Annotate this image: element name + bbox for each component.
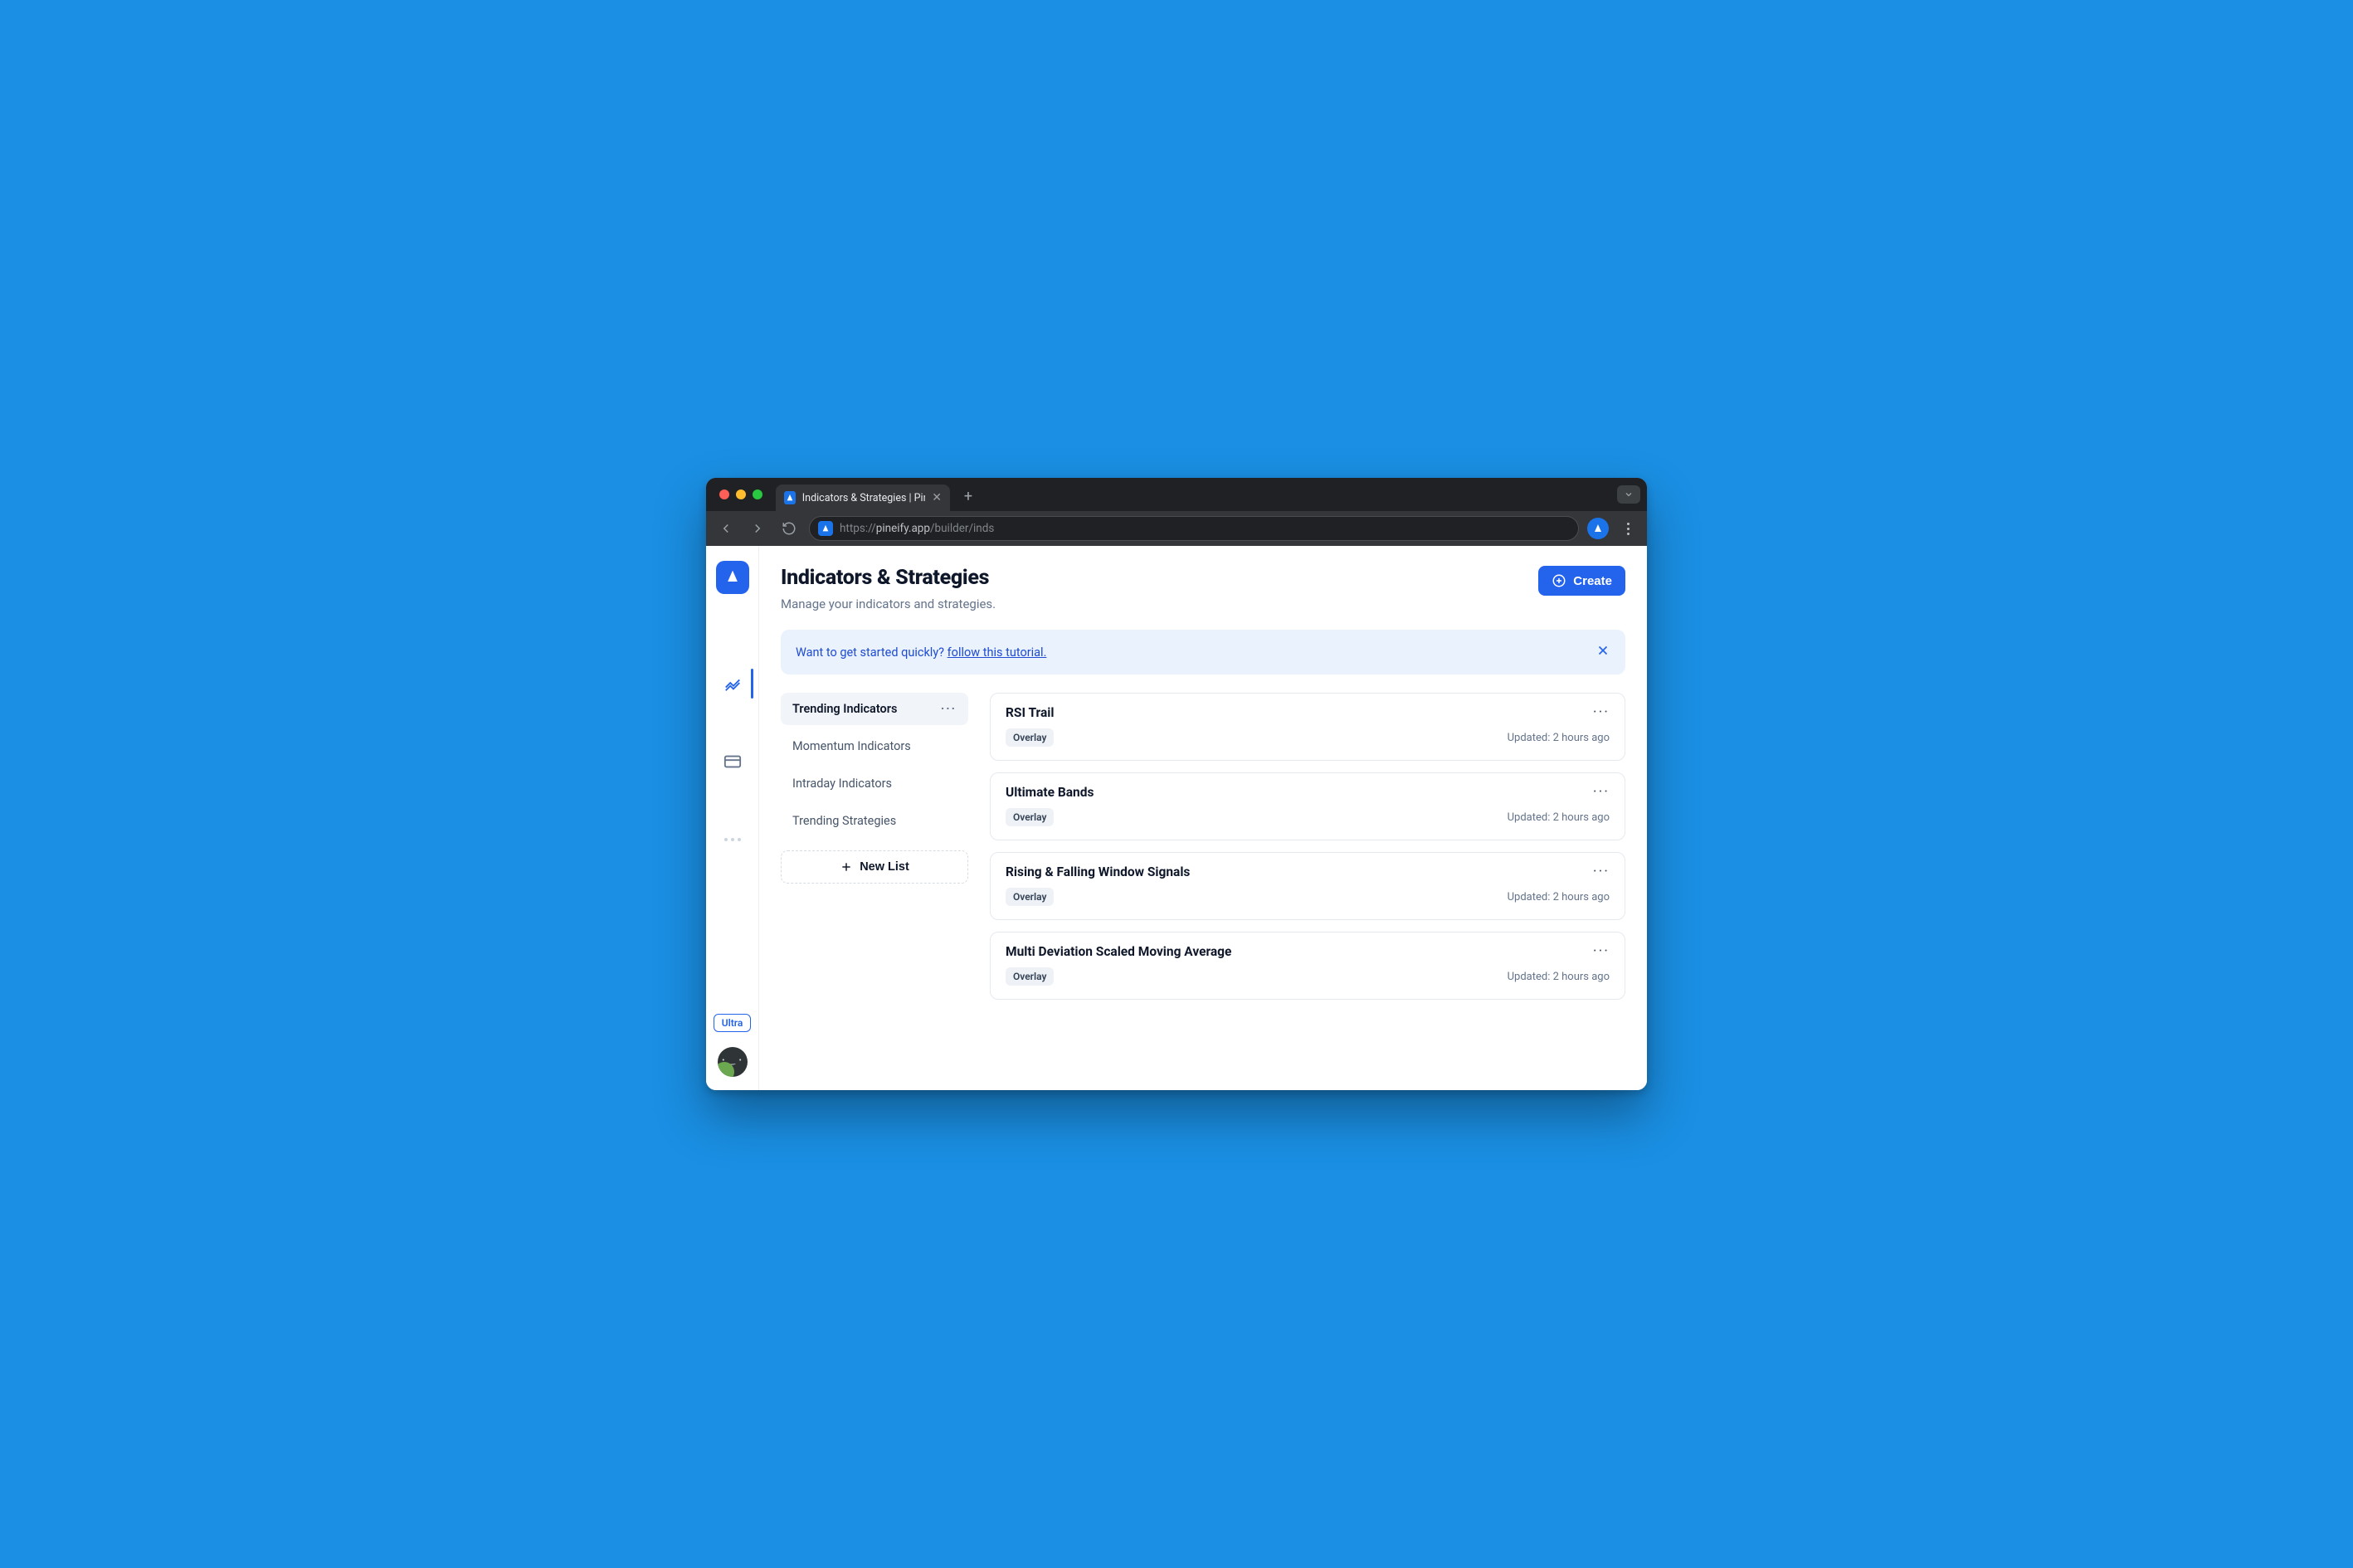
indicator-card[interactable]: Ultimate Bands ··· Overlay Updated: 2 ho… [990, 772, 1625, 840]
list-item-label: Trending Indicators [792, 702, 897, 716]
banner-tutorial-link[interactable]: follow this tutorial. [948, 645, 1047, 660]
app: Ultra • ‿ • Indicators & Strategies Mana… [706, 546, 1647, 1090]
card-title: Multi Deviation Scaled Moving Average [1006, 944, 1231, 959]
reload-button[interactable] [777, 517, 801, 540]
window-zoom-button[interactable] [753, 489, 762, 499]
list-item-label: Intraday Indicators [792, 777, 892, 791]
card-updated: Updated: 2 hours ago [1508, 732, 1610, 744]
back-button[interactable] [714, 517, 738, 540]
new-tab-button[interactable]: + [957, 485, 980, 508]
site-identity-icon [818, 521, 833, 536]
banner-close-button[interactable] [1595, 643, 1610, 661]
card-updated: Updated: 2 hours ago [1508, 891, 1610, 903]
list-item-trending-indicators[interactable]: Trending Indicators ··· [781, 693, 968, 725]
sidebar-nav-indicators[interactable] [713, 665, 753, 702]
tab-strip: Indicators & Strategies | Pineify ✕ + [706, 478, 1647, 511]
card-title: Rising & Falling Window Signals [1006, 864, 1190, 879]
card-tag: Overlay [1006, 888, 1054, 906]
tab-title: Indicators & Strategies | Pineify [802, 492, 926, 504]
forward-button[interactable] [746, 517, 769, 540]
list-item-intraday-indicators[interactable]: Intraday Indicators [781, 767, 968, 800]
card-updated: Updated: 2 hours ago [1508, 811, 1610, 824]
plus-circle-icon [1552, 573, 1566, 588]
new-list-label: New List [860, 860, 909, 874]
window-minimize-button[interactable] [736, 489, 746, 499]
card-menu-button[interactable]: ··· [1593, 864, 1610, 879]
content-row: Trending Indicators ··· Momentum Indicat… [781, 693, 1625, 1000]
profile-button[interactable] [1587, 518, 1609, 539]
cards-panel: RSI Trail ··· Overlay Updated: 2 hours a… [990, 693, 1625, 1000]
card-updated: Updated: 2 hours ago [1508, 971, 1610, 983]
list-item-label: Momentum Indicators [792, 739, 911, 753]
close-icon [1595, 643, 1610, 658]
card-title: Ultimate Bands [1006, 785, 1094, 800]
create-button-label: Create [1573, 574, 1612, 588]
indicator-card[interactable]: Rising & Falling Window Signals ··· Over… [990, 852, 1625, 920]
indicator-card[interactable]: Multi Deviation Scaled Moving Average ··… [990, 932, 1625, 1000]
browser-chrome: Indicators & Strategies | Pineify ✕ + [706, 478, 1647, 546]
page-subtitle: Manage your indicators and strategies. [781, 597, 996, 611]
list-item-trending-strategies[interactable]: Trending Strategies [781, 805, 968, 837]
sidebar-nav-billing[interactable] [713, 743, 753, 780]
browser-toolbar: https://pineify.app/builder/inds [706, 511, 1647, 546]
browser-menu-button[interactable] [1617, 523, 1639, 535]
window-close-button[interactable] [719, 489, 729, 499]
window-controls [713, 489, 769, 499]
card-tag: Overlay [1006, 808, 1054, 826]
card-tag: Overlay [1006, 967, 1054, 986]
indicator-card[interactable]: RSI Trail ··· Overlay Updated: 2 hours a… [990, 693, 1625, 761]
info-banner: Want to get started quickly? follow this… [781, 630, 1625, 674]
tab-favicon-icon [784, 491, 796, 504]
browser-tab[interactable]: Indicators & Strategies | Pineify ✕ [776, 485, 950, 511]
sidebar-nav-more[interactable] [713, 821, 753, 858]
browser-window: Indicators & Strategies | Pineify ✕ + [706, 478, 1647, 1090]
list-item-momentum-indicators[interactable]: Momentum Indicators [781, 730, 968, 762]
create-button[interactable]: Create [1538, 566, 1625, 596]
url-bar[interactable]: https://pineify.app/builder/inds [809, 516, 1579, 541]
user-avatar[interactable]: • ‿ • [718, 1047, 748, 1077]
sidebar: Ultra • ‿ • [706, 546, 759, 1090]
card-menu-button[interactable]: ··· [1593, 705, 1610, 720]
tab-close-button[interactable]: ✕ [932, 492, 942, 504]
card-menu-button[interactable]: ··· [1593, 944, 1610, 959]
tab-overflow-button[interactable] [1617, 485, 1640, 504]
list-item-label: Trending Strategies [792, 814, 896, 828]
list-item-menu-button[interactable]: ··· [941, 702, 957, 716]
plus-icon [840, 860, 853, 874]
banner-text: Want to get started quickly? [796, 645, 948, 660]
card-menu-button[interactable]: ··· [1593, 785, 1610, 800]
url-text: https://pineify.app/builder/inds [840, 522, 994, 535]
plan-badge[interactable]: Ultra [714, 1014, 752, 1032]
app-logo[interactable] [716, 561, 749, 594]
card-title: RSI Trail [1006, 705, 1054, 720]
lists-panel: Trending Indicators ··· Momentum Indicat… [781, 693, 968, 1000]
page-header: Indicators & Strategies Manage your indi… [781, 566, 1625, 611]
card-tag: Overlay [1006, 728, 1054, 747]
page-title: Indicators & Strategies [781, 566, 996, 590]
main-content: Indicators & Strategies Manage your indi… [759, 546, 1647, 1090]
new-list-button[interactable]: New List [781, 850, 968, 884]
